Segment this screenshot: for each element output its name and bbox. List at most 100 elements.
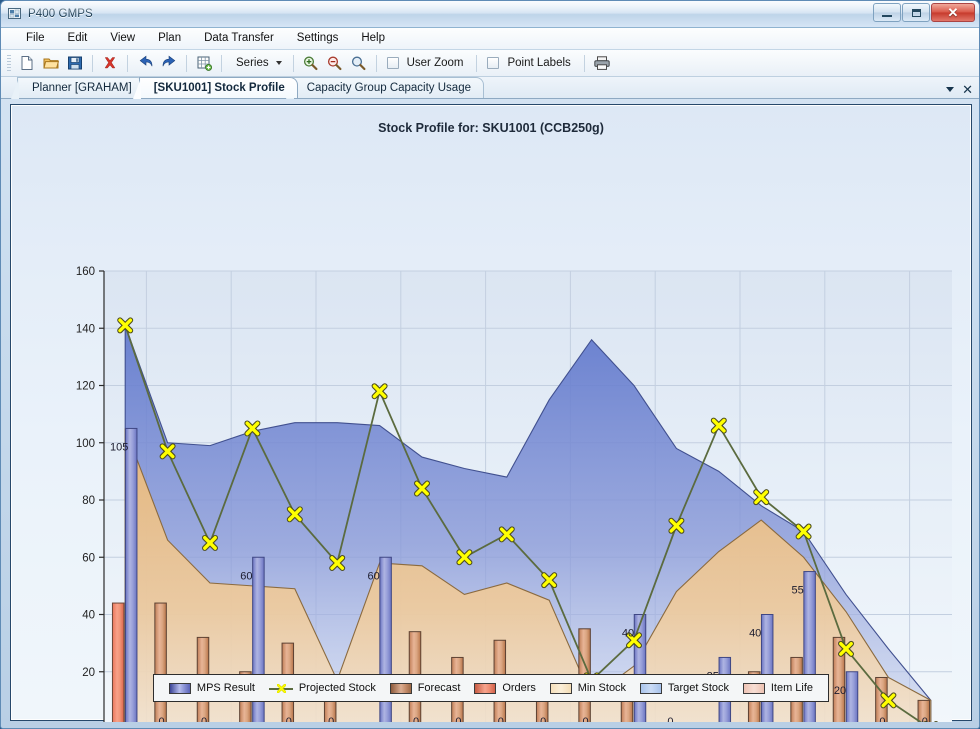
user-zoom-toggle[interactable]: User Zoom xyxy=(383,55,471,71)
orders-bar xyxy=(111,602,125,722)
printer-icon[interactable] xyxy=(591,53,613,74)
point-labels-checkbox[interactable] xyxy=(487,57,500,69)
window-controls: ✕ xyxy=(873,3,975,22)
projected-stock-marker xyxy=(880,692,897,709)
projected-stock-marker xyxy=(498,526,515,543)
projected-stock-marker xyxy=(159,443,176,460)
zoom-out-icon[interactable] xyxy=(324,53,346,74)
point-labels-toggle[interactable]: Point Labels xyxy=(483,55,577,71)
mps-point-label: 105 xyxy=(110,441,128,453)
user-zoom-checkbox[interactable] xyxy=(386,57,399,69)
menu-settings[interactable]: Settings xyxy=(286,29,351,48)
projected-stock-marker xyxy=(414,480,430,497)
toolbar-grip[interactable] xyxy=(7,54,11,72)
add-grid-icon[interactable] xyxy=(193,53,215,74)
mps-point-label: 0 xyxy=(455,716,461,722)
toolbar-separator xyxy=(292,54,294,72)
legend-item-projected-stock[interactable]: Projected Stock xyxy=(268,682,376,694)
legend-item-mps-result[interactable]: MPS Result xyxy=(168,682,255,694)
point-labels-label: Point Labels xyxy=(507,57,571,69)
mps-result-bar xyxy=(760,614,774,722)
toolbar-separator xyxy=(92,54,93,72)
mps-result-bar xyxy=(633,614,647,722)
chart-legend: MPS Result Projected Stock Forecast Orde… xyxy=(153,674,829,702)
legend-item-item-life[interactable]: Item Life xyxy=(742,682,814,694)
toolbar-separator xyxy=(221,54,222,72)
open-folder-icon[interactable] xyxy=(40,53,62,74)
menu-data-transfer[interactable]: Data Transfer xyxy=(193,29,286,48)
legend-label: Min Stock xyxy=(577,682,627,694)
tab-strip-controls: ✕ xyxy=(946,83,973,96)
legend-item-target-stock[interactable]: Target Stock xyxy=(639,682,730,694)
y-tick-label: 20 xyxy=(82,667,95,679)
mps-point-label: 0 xyxy=(583,716,589,722)
legend-swatch-orders xyxy=(474,682,497,694)
close-icon[interactable]: ✕ xyxy=(962,83,973,96)
tab-sku1001-stock-profile[interactable]: [SKU1001] Stock Profile xyxy=(132,77,298,99)
mps-point-label: 0 xyxy=(922,716,928,722)
y-tick-label: 120 xyxy=(76,381,95,393)
legend-item-min-stock[interactable]: Min Stock xyxy=(549,682,627,694)
tab-capacity-group-capacity-usage[interactable]: Capacity Group Capacity Usage xyxy=(285,77,484,99)
mps-point-label: 60 xyxy=(240,570,252,582)
toolbar-separator xyxy=(476,54,478,72)
save-disk-icon[interactable] xyxy=(64,53,86,74)
legend-item-forecast[interactable]: Forecast xyxy=(389,682,460,694)
title-bar: P400 GMPS ✕ xyxy=(1,1,979,28)
stock-profile-chart[interactable]: 020406080100120140160 10/01/200012/01/20… xyxy=(11,105,973,722)
mps-point-label: 0 xyxy=(286,716,292,722)
menu-view[interactable]: View xyxy=(99,29,147,48)
redo-arrow-icon[interactable] xyxy=(158,53,180,74)
tab-strip: Planner [GRAHAM] [SKU1001] Stock Profile… xyxy=(1,77,979,99)
series-dropdown-label: Series xyxy=(236,57,269,69)
maximize-button[interactable] xyxy=(902,3,930,22)
application-icon xyxy=(8,7,22,21)
projected-stock-marker xyxy=(838,640,854,657)
y-tick-label: 80 xyxy=(82,495,95,507)
menu-file[interactable]: File xyxy=(15,29,57,48)
undo-arrow-icon[interactable] xyxy=(134,53,156,74)
projected-stock-marker xyxy=(795,523,812,540)
mps-point-label: 0 xyxy=(540,716,546,722)
projected-stock-marker xyxy=(117,317,134,334)
projected-stock-marker xyxy=(286,506,303,523)
y-tick-label: 100 xyxy=(76,438,95,450)
tab-label: Planner [GRAHAM] xyxy=(32,82,132,94)
legend-item-orders[interactable]: Orders xyxy=(474,682,536,694)
y-tick-label: 140 xyxy=(76,323,95,335)
chart-panel: Stock Profile for: SKU1001 (CCB250g) 20 … xyxy=(10,104,973,722)
toolbar-separator xyxy=(127,54,128,72)
mps-point-label: 0 xyxy=(498,716,504,722)
minimize-button[interactable] xyxy=(873,3,901,22)
menu-edit[interactable]: Edit xyxy=(57,29,100,48)
zoom-reset-icon[interactable] xyxy=(348,53,370,74)
new-document-icon[interactable] xyxy=(16,53,38,74)
mps-point-label: 60 xyxy=(367,570,379,582)
chevron-down-icon[interactable] xyxy=(946,87,955,92)
menu-help[interactable]: Help xyxy=(350,29,397,48)
application-window: P400 GMPS ✕ File Edit View Plan Data Tra… xyxy=(0,0,980,729)
series-dropdown[interactable]: Series xyxy=(228,55,287,71)
menu-plan[interactable]: Plan xyxy=(147,29,193,48)
projected-stock-marker xyxy=(668,517,685,534)
legend-label: MPS Result xyxy=(196,682,255,694)
legend-swatch-mps-result xyxy=(168,682,191,694)
close-button[interactable]: ✕ xyxy=(931,3,975,22)
tab-label: Capacity Group Capacity Usage xyxy=(306,82,471,94)
projected-stock-marker xyxy=(456,549,473,566)
tab-planner-graham[interactable]: Planner [GRAHAM] xyxy=(11,77,145,99)
y-tick-label: 40 xyxy=(82,610,95,622)
delete-red-x-icon[interactable] xyxy=(99,53,121,74)
user-zoom-label: User Zoom xyxy=(406,57,464,69)
legend-label: Item Life xyxy=(770,682,814,694)
mps-point-label: 0 xyxy=(667,716,673,722)
toolbar-separator xyxy=(583,54,585,72)
legend-label: Target Stock xyxy=(667,682,730,694)
mps-result-bar xyxy=(124,427,138,722)
zoom-in-icon[interactable] xyxy=(300,53,322,74)
toolbar: Series User Zoom Point Labels xyxy=(1,50,979,77)
mps-point-label: 0 xyxy=(879,716,885,722)
legend-swatch-min-stock xyxy=(549,682,572,694)
y-axis-tick-labels: 020406080100120140160 xyxy=(76,266,104,679)
mps-point-label: 0 xyxy=(201,716,207,722)
